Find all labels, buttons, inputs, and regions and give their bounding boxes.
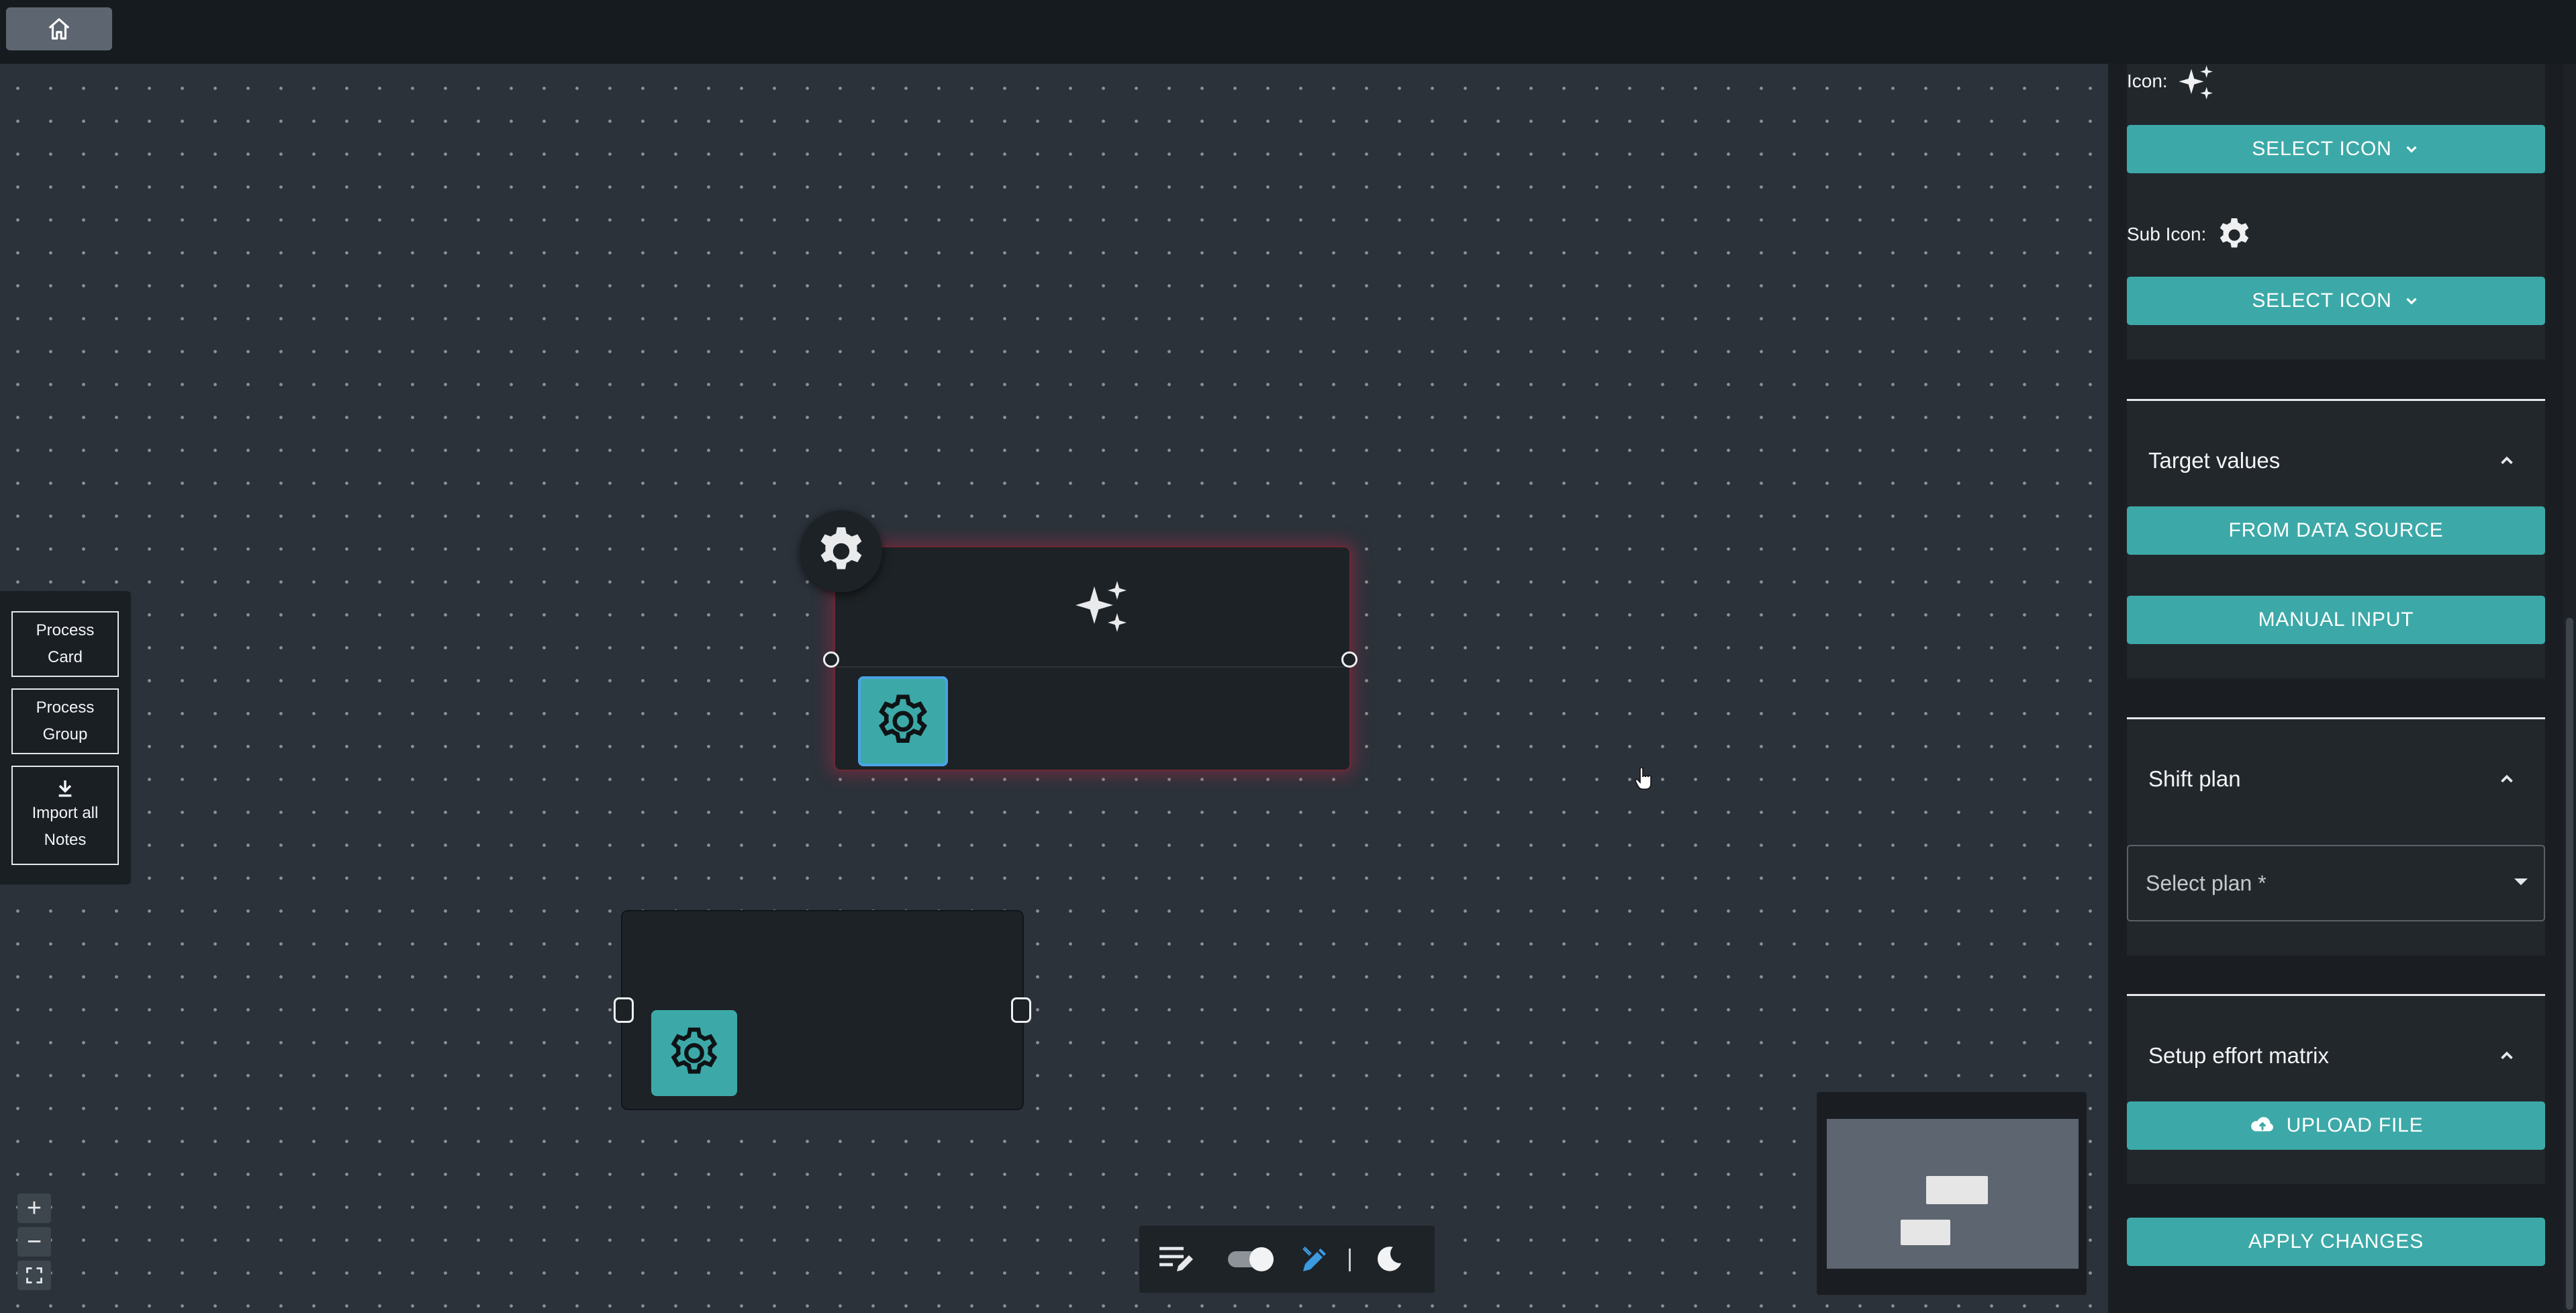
canvas-toolbar	[1139, 1226, 1435, 1293]
fit-view-button[interactable]	[17, 1261, 51, 1290]
toolbar-divider	[1349, 1249, 1351, 1271]
chevron-up-icon	[2501, 774, 2513, 783]
cloud-upload-icon	[2250, 1117, 2273, 1132]
zoom-out-label: −	[26, 1228, 42, 1256]
chevron-down-icon	[2406, 298, 2417, 305]
chevron-up-icon	[2501, 456, 2513, 465]
process-card-button[interactable]: Process Card	[11, 611, 119, 677]
gear-outline-icon	[879, 694, 927, 743]
process-group-button[interactable]: Process Group	[11, 688, 119, 754]
mode-toggle[interactable]	[1225, 1242, 1279, 1276]
sparkles-icon	[1076, 581, 1127, 632]
gear-icon	[2220, 218, 2249, 248]
top-bar	[0, 0, 2576, 64]
process-group-label-line2: Group	[42, 725, 88, 743]
shift-plan-collapse[interactable]	[2493, 766, 2520, 793]
chevron-up-icon	[2501, 1051, 2513, 1060]
fit-view-icon	[26, 1267, 42, 1283]
upload-file-button[interactable]: UPLOAD FILE	[2127, 1101, 2545, 1150]
pen-icon	[1302, 1247, 1326, 1271]
zoom-out-button[interactable]: −	[17, 1227, 51, 1257]
process-card-node-selected[interactable]	[834, 546, 1351, 771]
gear-outline-icon	[671, 1028, 718, 1074]
setup-effort-section	[2127, 996, 2545, 1184]
hand-cursor-icon	[1635, 768, 1652, 790]
shift-plan-title: Shift plan	[2148, 766, 2241, 791]
apply-changes-label: APPLY CHANGES	[2248, 1230, 2424, 1253]
home-button[interactable]	[6, 7, 112, 50]
process-card-node[interactable]	[621, 910, 1024, 1110]
sidebar-scroll-thumb[interactable]	[2566, 618, 2573, 1310]
apply-changes-button[interactable]: APPLY CHANGES	[2127, 1218, 2545, 1266]
setup-effort-title: Setup effort matrix	[2148, 1043, 2330, 1068]
process-group-label-line1: Process	[36, 698, 95, 717]
import-notes-label-line1: Import all	[32, 804, 99, 822]
from-data-source-button[interactable]: FROM DATA SOURCE	[2127, 506, 2545, 555]
manual-input-button[interactable]: MANUAL INPUT	[2127, 596, 2545, 644]
icon-label: Icon:	[2127, 71, 2168, 91]
minimap[interactable]	[1817, 1092, 2087, 1295]
manual-input-label: MANUAL INPUT	[2258, 608, 2414, 631]
node-badge[interactable]	[800, 510, 882, 592]
process-card-label-line1: Process	[36, 621, 95, 639]
select-icon-button[interactable]: SELECT ICON	[2127, 125, 2545, 173]
dropdown-arrow-icon	[2514, 878, 2528, 885]
connection-handle-left[interactable]	[614, 997, 634, 1023]
zoom-in-button[interactable]: +	[17, 1193, 51, 1223]
notes-edit-icon	[1159, 1247, 1193, 1271]
setup-effort-collapse[interactable]	[2493, 1042, 2520, 1069]
download-icon	[58, 780, 72, 797]
connection-handle-left[interactable]	[823, 651, 839, 668]
target-values-collapse[interactable]	[2493, 447, 2520, 474]
shift-plan-select[interactable]: Select plan *	[2127, 845, 2545, 921]
notes-edit-button[interactable]	[1157, 1242, 1194, 1276]
process-card-label-line2: Card	[47, 648, 83, 666]
node-divider	[835, 666, 1349, 668]
minimap-node	[1901, 1220, 1950, 1245]
moon-icon	[1377, 1247, 1402, 1271]
pen-button[interactable]	[1296, 1242, 1334, 1276]
sparkles-icon	[2179, 65, 2213, 99]
import-notes-label-line2: Notes	[44, 831, 87, 849]
zoom-in-label: +	[26, 1194, 42, 1222]
minimap-viewport	[1827, 1119, 2079, 1269]
upload-file-label: UPLOAD FILE	[2286, 1114, 2424, 1136]
select-icon-label: SELECT ICON	[2252, 138, 2392, 160]
from-data-source-label: FROM DATA SOURCE	[2228, 519, 2444, 541]
minimap-node	[1926, 1176, 1988, 1204]
connection-handle-right[interactable]	[1011, 997, 1031, 1023]
sub-icon-label: Sub Icon:	[2127, 224, 2207, 244]
sub-icon-tile[interactable]	[651, 1010, 737, 1096]
toggle-icon	[1228, 1247, 1274, 1271]
select-sub-icon-label: SELECT ICON	[2252, 289, 2392, 312]
dark-mode-button[interactable]	[1370, 1242, 1408, 1276]
chevron-down-icon	[2406, 146, 2417, 153]
select-sub-icon-button[interactable]: SELECT ICON	[2127, 277, 2545, 325]
target-values-title: Target values	[2148, 448, 2281, 473]
home-icon	[48, 18, 70, 40]
shift-plan-placeholder: Select plan *	[2146, 871, 2267, 895]
gear-icon	[820, 527, 862, 570]
import-notes-button[interactable]: Import all Notes	[11, 766, 119, 865]
sub-icon-tile[interactable]	[858, 676, 948, 766]
connection-handle-right[interactable]	[1341, 651, 1357, 668]
node-palette: Process Card Process Group Import all No…	[0, 591, 131, 885]
